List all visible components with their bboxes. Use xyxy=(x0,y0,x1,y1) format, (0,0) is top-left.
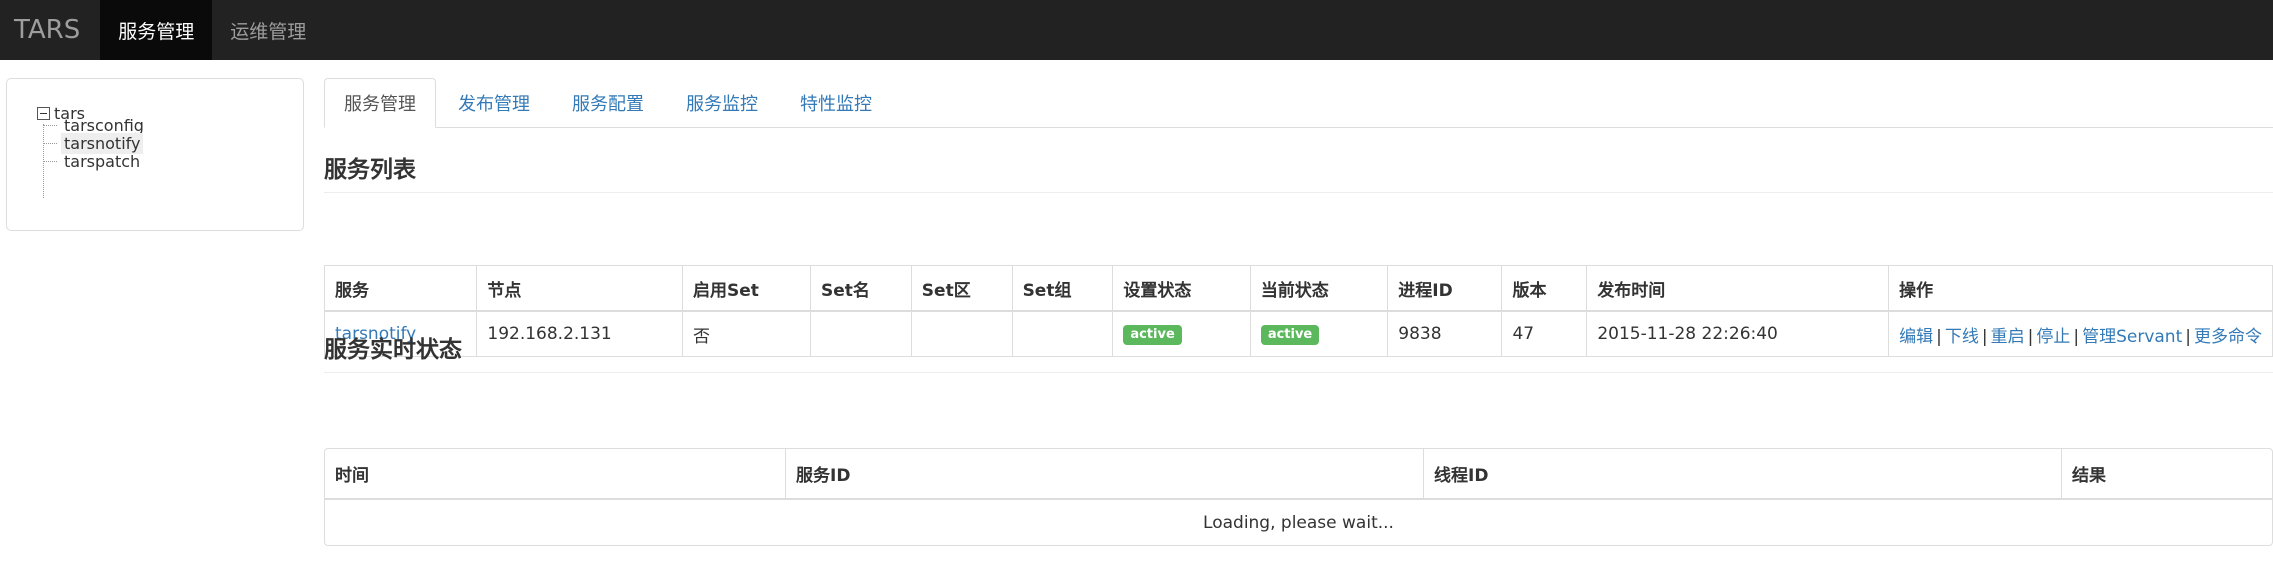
col-version: 版本 xyxy=(1501,265,1588,312)
tree-branch-line xyxy=(43,161,57,162)
col-node: 节点 xyxy=(476,265,684,312)
tab-service-monitor[interactable]: 服务监控 xyxy=(666,78,778,127)
col-thread-id: 线程ID xyxy=(1423,449,2062,500)
col-setting-state: 设置状态 xyxy=(1112,265,1251,312)
service-list-title: 服务列表 xyxy=(324,150,2273,193)
col-set-area: Set区 xyxy=(910,265,1013,312)
tab-service-management[interactable]: 服务管理 xyxy=(324,78,436,128)
service-tree-panel: tars tarsconfig tarsnotify tarspatch xyxy=(6,78,304,231)
nav-service-management[interactable]: 服务管理 xyxy=(100,0,213,60)
table-header-row: 服务 节点 启用Set Set名 Set区 Set组 设置状态 当前状态 进程I… xyxy=(323,265,2273,312)
col-service: 服务 xyxy=(323,265,478,312)
loading-message: Loading, please wait... xyxy=(1203,513,1394,533)
main-panel: 服务管理 发布管理 服务配置 服务监控 特性监控 服务列表 服务 节点 启用Se… xyxy=(323,78,2273,546)
realtime-status-table: 时间 服务ID 线程ID 结果 Loading, please wait... xyxy=(325,449,2272,545)
col-set-name: Set名 xyxy=(810,265,912,312)
col-enable-set: 启用Set xyxy=(682,265,812,312)
tab-service-config[interactable]: 服务配置 xyxy=(552,78,664,127)
table-header-row: 时间 服务ID 线程ID 结果 xyxy=(325,449,2272,500)
col-result: 结果 xyxy=(2061,449,2272,500)
top-nav: 服务管理 运维管理 xyxy=(100,0,324,60)
col-set-group: Set组 xyxy=(1011,265,1114,312)
brand-logo[interactable]: TARS xyxy=(0,0,100,60)
tree-branch-line xyxy=(43,125,57,126)
service-tabs: 服务管理 发布管理 服务配置 服务监控 特性监控 xyxy=(324,78,2273,128)
tab-publish-management[interactable]: 发布管理 xyxy=(438,78,550,127)
col-actions: 操作 xyxy=(1888,265,2273,312)
tree-item-label[interactable]: tarspatch xyxy=(61,151,143,172)
col-publish-time: 发布时间 xyxy=(1586,265,1890,312)
tree-item-tarspatch[interactable]: tarspatch xyxy=(43,151,143,172)
nav-operations-management[interactable]: 运维管理 xyxy=(212,0,324,60)
col-present-state: 当前状态 xyxy=(1249,265,1389,312)
col-time: 时间 xyxy=(325,449,786,500)
col-pid: 进程ID xyxy=(1387,265,1503,312)
tab-feature-monitor[interactable]: 特性监控 xyxy=(780,78,892,127)
tree-branch-line xyxy=(43,143,57,144)
top-navbar: TARS 服务管理 运维管理 xyxy=(0,0,2273,60)
realtime-status-title: 服务实时状态 xyxy=(324,330,2273,373)
table-row: Loading, please wait... xyxy=(325,499,2272,545)
realtime-status-table-wrapper: 时间 服务ID 线程ID 结果 Loading, please wait... xyxy=(324,448,2273,546)
col-service-id: 服务ID xyxy=(785,449,1424,500)
